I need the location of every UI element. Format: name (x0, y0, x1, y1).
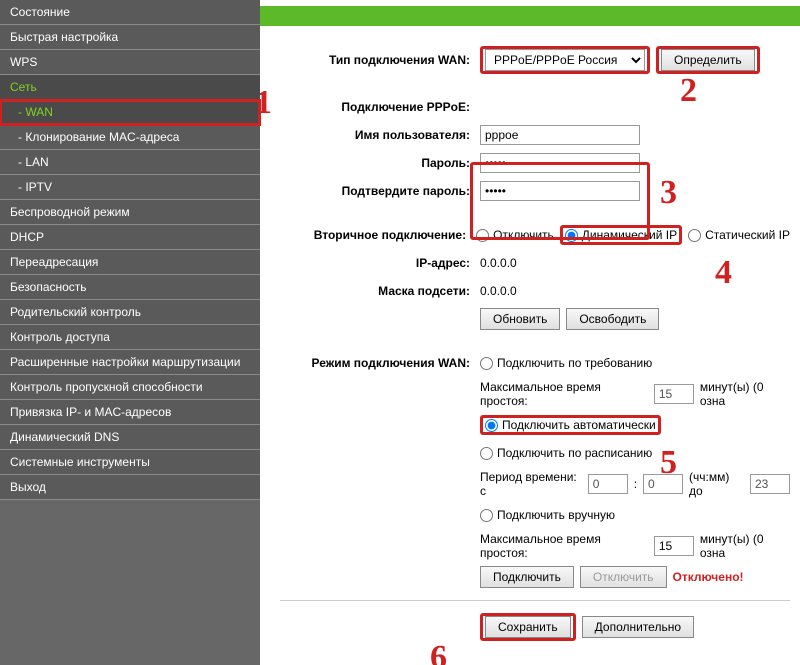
detect-button[interactable]: Определить (661, 49, 755, 71)
sidebar-item-12[interactable]: Родительский контроль (0, 300, 260, 325)
sec-static-radio[interactable]: Статический IP (688, 228, 790, 242)
confirm-password-input[interactable] (480, 181, 640, 201)
sidebar-item-6[interactable]: - LAN (0, 150, 260, 175)
sidebar: СостояниеБыстрая настройкаWPSСеть- WAN- … (0, 0, 260, 665)
idle-input[interactable] (654, 384, 694, 404)
period-from-h[interactable] (588, 474, 628, 494)
wan-type-select[interactable]: PPPoE/PPPoE Россия (485, 49, 645, 71)
sec-dynamic-radio[interactable]: Динамический IP (565, 228, 677, 242)
sidebar-item-2[interactable]: WPS (0, 50, 260, 75)
idle-label: Максимальное время простоя: (480, 380, 648, 408)
annotation-4: 4 (715, 256, 732, 290)
idle2-input[interactable] (654, 536, 694, 556)
pppoe-header: Подключение PPPoE: (280, 100, 480, 114)
confirm-label: Подтвердите пароль: (280, 184, 480, 198)
period-sep: (чч:мм) до (689, 470, 744, 498)
mask-label: Маска подсети: (280, 284, 480, 298)
auto-radio[interactable]: Подключить автоматически (485, 418, 656, 432)
header-bar (260, 6, 800, 26)
disconnect-button[interactable]: Отключить (580, 566, 667, 588)
connect-button[interactable]: Подключить (480, 566, 574, 588)
release-button[interactable]: Освободить (566, 308, 659, 330)
conn-mode-label: Режим подключения WAN: (280, 356, 480, 370)
connection-status: Отключено! (673, 570, 744, 584)
sidebar-item-1[interactable]: Быстрая настройка (0, 25, 260, 50)
username-label: Имя пользователя: (280, 128, 480, 142)
renew-button[interactable]: Обновить (480, 308, 560, 330)
idle-unit: минут(ы) (0 озна (700, 380, 790, 408)
sidebar-item-9[interactable]: DHCP (0, 225, 260, 250)
sidebar-item-5[interactable]: - Клонирование MAC-адреса (0, 125, 260, 150)
ip-label: IP-адрес: (280, 256, 480, 270)
sidebar-item-17[interactable]: Динамический DNS (0, 425, 260, 450)
advanced-button[interactable]: Дополнительно (582, 616, 694, 638)
sidebar-item-13[interactable]: Контроль доступа (0, 325, 260, 350)
on-demand-radio[interactable]: Подключить по требованию (480, 356, 652, 370)
schedule-radio[interactable]: Подключить по расписанию (480, 446, 652, 460)
annotation-3: 3 (660, 176, 677, 210)
sidebar-item-10[interactable]: Переадресация (0, 250, 260, 275)
username-input[interactable] (480, 125, 640, 145)
sidebar-item-14[interactable]: Расширенные настройки маршрутизации (0, 350, 260, 375)
annotation-5: 5 (660, 446, 677, 480)
annotation-6: 6 (430, 641, 447, 665)
idle2-label: Максимальное время простоя: (480, 532, 648, 560)
main-content: Тип подключения WAN: PPPoE/PPPoE Россия … (260, 0, 800, 665)
ip-value: 0.0.0.0 (480, 256, 517, 270)
sidebar-item-8[interactable]: Беспроводной режим (0, 200, 260, 225)
secondary-label: Вторичное подключение: (280, 228, 476, 242)
sidebar-item-7[interactable]: - IPTV (0, 175, 260, 200)
annotation-2: 2 (680, 74, 697, 108)
wan-type-label: Тип подключения WAN: (280, 53, 480, 67)
sidebar-item-19[interactable]: Выход (0, 475, 260, 500)
sidebar-item-0[interactable]: Состояние (0, 0, 260, 25)
manual-radio[interactable]: Подключить вручную (480, 508, 615, 522)
annotation-1: 1 (260, 86, 272, 120)
period-label: Период времени: с (480, 470, 582, 498)
save-button[interactable]: Сохранить (485, 616, 571, 638)
password-label: Пароль: (280, 156, 480, 170)
period-to-h[interactable] (750, 474, 790, 494)
sec-disable-radio[interactable]: Отключить (476, 228, 554, 242)
sidebar-item-4[interactable]: - WAN (0, 100, 260, 125)
sidebar-item-15[interactable]: Контроль пропускной способности (0, 375, 260, 400)
sidebar-item-3[interactable]: Сеть (0, 75, 260, 100)
sidebar-item-18[interactable]: Системные инструменты (0, 450, 260, 475)
sidebar-item-16[interactable]: Привязка IP- и MAC-адресов (0, 400, 260, 425)
idle2-unit: минут(ы) (0 озна (700, 532, 790, 560)
password-input[interactable] (480, 153, 640, 173)
mask-value: 0.0.0.0 (480, 284, 517, 298)
sidebar-item-11[interactable]: Безопасность (0, 275, 260, 300)
